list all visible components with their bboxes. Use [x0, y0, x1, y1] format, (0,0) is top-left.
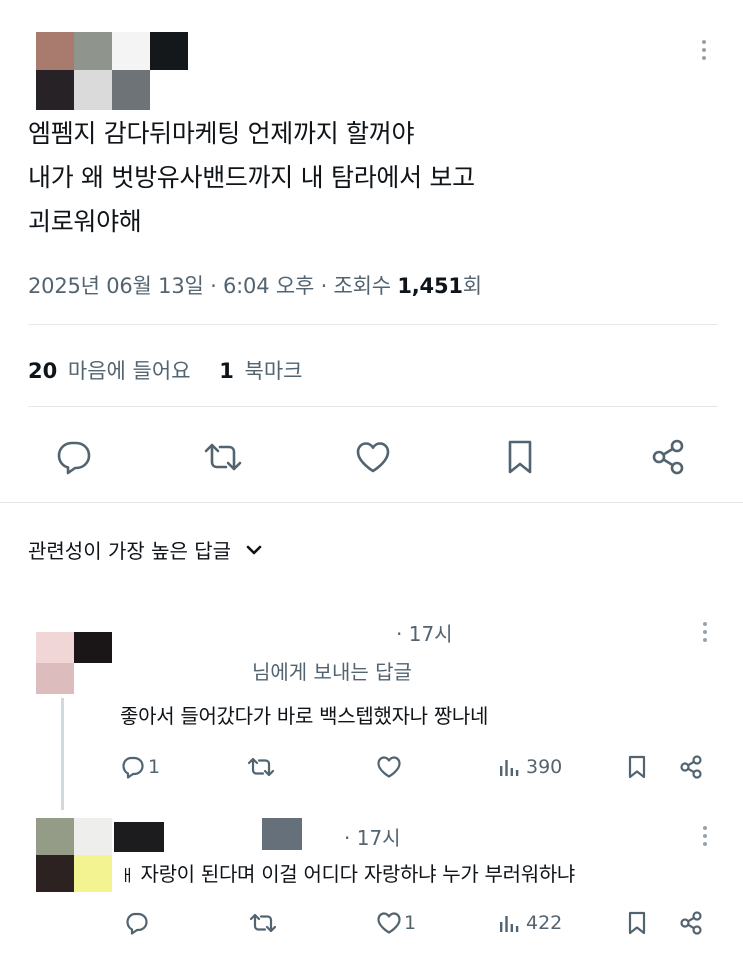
likes-count: 20: [28, 359, 58, 383]
reply-time: · 17시: [344, 826, 401, 850]
bookmarks-stat[interactable]: 1 북마크: [219, 359, 302, 383]
more-options-icon[interactable]: [703, 622, 707, 646]
tweet-meta: 2025년 06월 13일 · 6:04 오후 · 조회수 1,451회: [28, 270, 482, 300]
more-options-icon[interactable]: [703, 826, 707, 850]
share-icon[interactable]: [677, 753, 705, 781]
tweet-text-line: 내가 왜 벗방유사밴드까지 내 탐라에서 보고: [28, 163, 475, 192]
chevron-down-icon: [245, 544, 263, 556]
reply-count: 1: [148, 756, 161, 778]
likes-stat[interactable]: 20 마음에 들어요: [28, 359, 197, 383]
reply-text-prefix: ㅐ: [120, 866, 135, 885]
view-count-suffix: 회: [462, 274, 482, 298]
view-count: 1,451: [397, 274, 463, 298]
author-handle-redacted: [262, 818, 302, 850]
reply-text: ㅐ 자랑이 된다며 이걸 어디다 자랑하냐 누가 부러워하냐: [120, 858, 575, 887]
bookmark-icon[interactable]: [624, 910, 650, 936]
like-icon[interactable]: [375, 754, 403, 780]
likes-label: 마음에 들어요: [67, 359, 191, 383]
retweet-icon[interactable]: [200, 437, 246, 477]
reply-sort-label: 관련성이 가장 높은 답글: [28, 539, 232, 563]
like-count: 1: [404, 912, 417, 934]
bookmark-icon[interactable]: [500, 437, 540, 477]
reply-icon[interactable]: [120, 754, 146, 780]
reply-sort-dropdown[interactable]: 관련성이 가장 높은 답글: [28, 535, 263, 564]
tweet-text-line: 괴로워야해: [28, 207, 142, 236]
thread-line: [61, 698, 64, 810]
retweet-icon[interactable]: [248, 910, 278, 936]
reply-time: · 17시: [396, 622, 453, 646]
reply-icon[interactable]: [52, 437, 96, 477]
reply-icon[interactable]: [124, 910, 150, 936]
share-icon[interactable]: [677, 909, 705, 937]
divider: [28, 406, 718, 407]
like-icon[interactable]: [351, 437, 395, 477]
like-icon[interactable]: [375, 910, 403, 936]
view-count: 390: [526, 756, 563, 778]
retweet-icon[interactable]: [246, 754, 276, 780]
divider: [28, 324, 718, 325]
author-name-redacted: [114, 822, 164, 852]
view-count: 422: [526, 912, 563, 934]
tweet-text-line: 엠펨지 감다뒤마케팅 언제까지 할꺼야: [28, 119, 415, 148]
views-icon[interactable]: [496, 754, 522, 780]
reply-avatar[interactable]: [36, 818, 112, 892]
reply-text: 좋아서 들어갔다가 바로 백스텝했자나 짱나네: [120, 704, 489, 728]
bookmarks-label: 북마크: [244, 359, 303, 383]
tweet-timestamp[interactable]: 2025년 06월 13일 · 6:04 오후 · 조회수: [28, 274, 397, 298]
section-divider: [0, 502, 743, 503]
more-options-icon[interactable]: [702, 40, 706, 64]
bookmarks-count: 1: [219, 359, 234, 383]
reply-avatar[interactable]: [36, 632, 112, 694]
share-icon[interactable]: [646, 437, 690, 477]
views-icon[interactable]: [496, 910, 522, 936]
bookmark-icon[interactable]: [624, 754, 650, 780]
engagement-stats: 20 마음에 들어요 1 북마크: [28, 355, 303, 385]
tweet-text: 엠펨지 감다뒤마케팅 언제까지 할꺼야 내가 왜 벗방유사밴드까지 내 탐라에서…: [28, 112, 718, 244]
author-avatar[interactable]: [36, 32, 188, 110]
reply-text-body: 자랑이 된다며 이걸 어디다 자랑하냐 누가 부러워하냐: [140, 862, 576, 886]
replying-to: 님에게 보내는 답글: [252, 660, 412, 684]
